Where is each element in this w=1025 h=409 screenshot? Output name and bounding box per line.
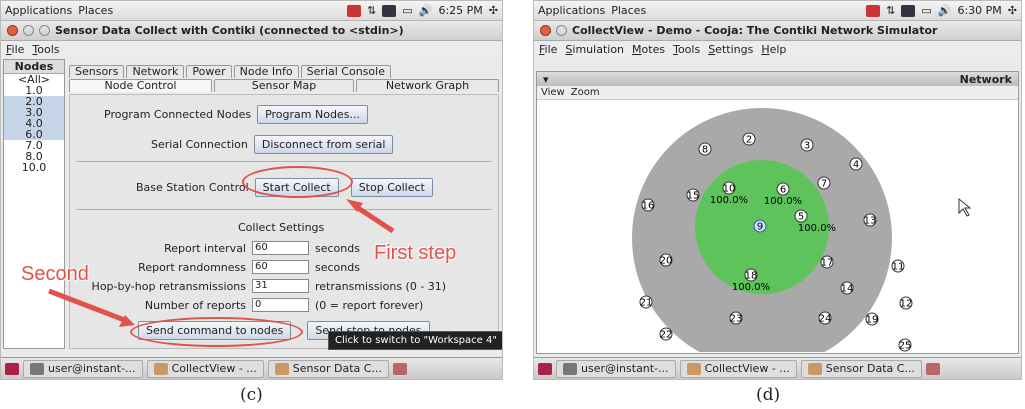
taskbar-collectview[interactable]: CollectView - ... [679, 359, 797, 378]
mote-label: 10 [723, 184, 736, 195]
workspace-icon[interactable] [925, 362, 940, 375]
task-label: user@instant-... [48, 362, 136, 375]
menu-tools[interactable]: Tools [673, 43, 700, 56]
mote-label: 12 [900, 299, 913, 310]
window-menu-icon[interactable]: ▾ [543, 73, 549, 86]
caption-c: (c) [240, 385, 263, 405]
taskbar: user@instant-... CollectView - ... Senso… [534, 357, 1021, 379]
network-canvas[interactable]: 2384710100.0%6100.0%5100.0%151613920 17 11… [537, 100, 1018, 368]
window-titlebar[interactable]: CollectView - Demo - Cooja: The Contiki … [534, 21, 1021, 41]
mote-percentage: 100.0% [798, 223, 836, 234]
task-label: CollectView - ... [704, 362, 790, 375]
mote-label: 19 [866, 315, 879, 326]
close-icon[interactable] [540, 25, 551, 36]
java-icon [153, 362, 168, 375]
menu-file[interactable]: File [539, 43, 557, 56]
menu-settings[interactable]: Settings [708, 43, 753, 56]
second-step-annotation: Second [21, 263, 89, 285]
gnome-top-panel: Applications Places ⇅ ▭ 🔊 6:30 PM ✣ [534, 1, 1021, 21]
task-label: CollectView - ... [171, 362, 257, 375]
mote-label: 11 [892, 262, 905, 273]
mote-label: 8 [702, 145, 708, 156]
task-label: Sensor Data C... [825, 362, 915, 375]
mote-label: 4 [853, 160, 859, 171]
network-window-titlebar[interactable]: ▾ Network [537, 72, 1018, 86]
network-icon[interactable]: ⇅ [886, 4, 895, 17]
mote-label: 18 [745, 271, 758, 282]
first-step-annotation: First step [374, 242, 457, 264]
mote-label: 6 [780, 185, 786, 196]
power-icon[interactable]: ✣ [1008, 4, 1017, 17]
menu-view[interactable]: View [541, 87, 565, 98]
mote-label: 22 [660, 330, 673, 341]
task-label: user@instant-... [581, 362, 669, 375]
mote-label: 21 [640, 298, 653, 309]
clock[interactable]: 6:30 PM [957, 4, 1001, 17]
mote-label: 23 [730, 314, 743, 325]
terminal-icon [30, 362, 44, 375]
minimize-icon[interactable] [556, 25, 567, 36]
show-desktop-icon[interactable] [538, 362, 552, 375]
mote-percentage: 100.0% [732, 282, 770, 293]
menu-zoom[interactable]: Zoom [571, 87, 600, 98]
terminal-icon [563, 362, 577, 375]
display-icon[interactable] [866, 4, 881, 17]
places-menu[interactable]: Places [611, 4, 646, 17]
java-icon [807, 362, 822, 375]
network-window[interactable]: ▾ Network View Zoom 2 3 8 4 7 10 100.0% 6 100.0%… [536, 71, 1019, 368]
mote-label: 3 [804, 141, 810, 152]
taskbar-sensor-data[interactable]: Sensor Data C... [800, 359, 922, 378]
mote-label: 24 [819, 314, 832, 325]
menu-help[interactable]: Help [761, 43, 786, 56]
mote-label: 2 [746, 135, 752, 146]
java-icon [686, 362, 701, 375]
second-step-arrow [48, 288, 128, 324]
workspace-tooltip: Click to switch to "Workspace 4" [328, 331, 502, 350]
caption-d: (d) [756, 385, 781, 405]
battery-icon[interactable]: ▭ [921, 4, 931, 17]
taskbar-terminal[interactable]: user@instant-... [23, 359, 143, 378]
taskbar-sensor-data[interactable]: Sensor Data C... [267, 359, 389, 378]
applications-menu[interactable]: Applications [538, 4, 605, 17]
cooja-simulator-screenshot: Applications Places ⇅ ▭ 🔊 6:30 PM ✣ Coll… [533, 0, 1022, 380]
network-menubar: View Zoom [537, 86, 1018, 100]
mote-label: 16 [642, 201, 655, 212]
taskbar: user@instant-... CollectView - ... Senso… [1, 357, 502, 379]
mouse-cursor-icon [958, 197, 972, 217]
mote-label: 7 [821, 179, 827, 190]
menu-bar: File Simulation Motes Tools Settings Hel… [534, 41, 1021, 57]
network-title: Network [959, 72, 1012, 86]
taskbar-collectview[interactable]: CollectView - ... [146, 359, 264, 378]
workspace-icon[interactable] [392, 362, 407, 375]
menu-simulation[interactable]: Simulation [565, 43, 624, 56]
taskbar-terminal[interactable]: user@instant-... [556, 359, 676, 378]
mote-percentage: 100.0% [764, 196, 802, 207]
window-title: CollectView - Demo - Cooja: The Contiki … [572, 24, 938, 37]
mote-label: 13 [864, 216, 877, 227]
menu-motes[interactable]: Motes [632, 43, 665, 56]
show-desktop-icon[interactable] [5, 362, 19, 375]
mote-label: 9 [757, 222, 763, 233]
first-step-arrow [353, 203, 395, 234]
mote-percentage: 100.0% [710, 195, 748, 206]
mote-label: 5 [798, 212, 804, 223]
volume-icon[interactable]: 🔊 [938, 4, 952, 17]
java-icon [274, 362, 289, 375]
mote-label: 15 [687, 191, 700, 202]
mote-label: 20 [660, 256, 673, 267]
mote-label: 25 [899, 341, 912, 352]
annotation-arrows [48, 199, 395, 327]
sensor-data-collect-screenshot: Applications Places ⇅ ▭ 🔊 6:25 PM ✣ Sens… [0, 0, 503, 380]
task-label: Sensor Data C... [292, 362, 382, 375]
mote-label: 17 [821, 258, 834, 269]
sv-icon[interactable] [901, 4, 916, 17]
mote-label: 14 [841, 284, 854, 295]
